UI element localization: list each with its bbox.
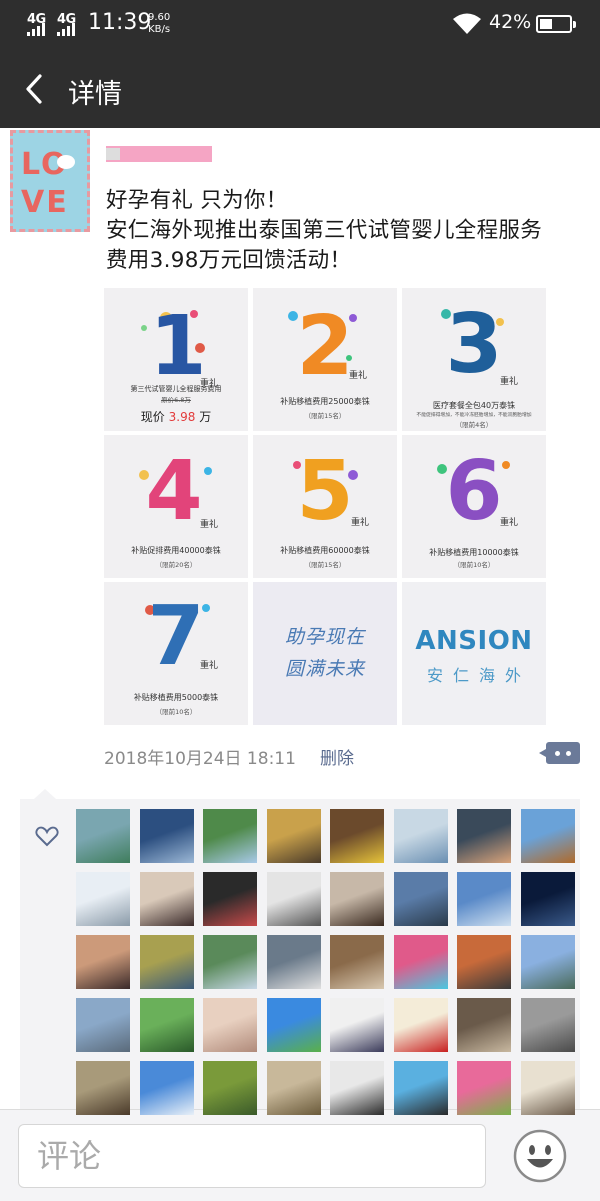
clock-avatar[interactable]	[76, 1061, 130, 1115]
page-title: 详情	[68, 79, 122, 110]
image-tile-3[interactable]: 3 重礼 医疗套餐全包40万泰铢 不能促排得增加，不能冷冻胚胎增加，不能双胞胎增…	[402, 288, 546, 431]
author-name-redacted[interactable]	[106, 146, 212, 162]
man-outdoor-avatar[interactable]	[457, 998, 511, 1052]
wedding-avatar[interactable]	[76, 872, 130, 926]
battery-icon	[536, 15, 576, 33]
grass-avatar[interactable]	[203, 1061, 257, 1115]
mountain-avatar[interactable]	[203, 809, 257, 863]
big-number-2: 2	[296, 299, 353, 394]
post-line-3: 费用3.98万元回馈活动！	[106, 248, 352, 273]
price-line: 现价 3.98 万	[140, 410, 212, 424]
network-speed: 9.60 KB/s	[148, 12, 170, 36]
big-number-7: 7	[147, 589, 204, 684]
city-avatar[interactable]	[520, 935, 575, 989]
image-grid: 1 重礼 第三代试管婴儿全程服务费用 原价6.8万 现价 3.98 万 2 重礼…	[104, 288, 546, 725]
status-bar: 4G 4G 11:39 9.60 KB/s 42%	[0, 0, 600, 50]
anime-umbrella-avatar[interactable]	[393, 872, 448, 926]
chevron-left-icon[interactable]	[16, 70, 52, 108]
brand-logo: ANSION	[415, 626, 533, 656]
bottom-bar	[0, 1109, 600, 1201]
landscape-avatar[interactable]	[76, 809, 130, 863]
network-speed-value: 9.60	[148, 12, 171, 23]
avatar-lettering-bottom: VE	[21, 185, 69, 220]
brand-cn: 安仁海外	[426, 666, 531, 685]
post-text: 好孕有礼 只为你！ 安仁海外现推出泰国第三代试管婴儿全程服务 费用3.98万元回…	[106, 186, 542, 276]
battery-percent: 42%	[489, 11, 532, 33]
field-avatar[interactable]	[139, 935, 194, 989]
ocean-avatar[interactable]	[139, 1061, 194, 1115]
big-number-6: 6	[445, 444, 502, 539]
signal-bars-icon	[27, 22, 47, 36]
sea-avatar[interactable]	[139, 809, 194, 863]
image-tile-6[interactable]: 6 重礼 补贴移植费用10000泰铢 （限前10名）	[402, 435, 546, 578]
image-tile-brand[interactable]: ANSION 安仁海外	[402, 582, 546, 725]
anime-avatar[interactable]	[393, 809, 448, 863]
big-number-4: 4	[145, 444, 202, 539]
man-glasses-avatar[interactable]	[457, 809, 511, 863]
image-tile-4[interactable]: 4 重礼 补贴促排费用40000泰铢 （限前20名）	[104, 435, 248, 578]
image-tile-7[interactable]: 7 重礼 补贴移植费用5000泰铢 （限前10名）	[104, 582, 248, 725]
umbrella-avatar[interactable]	[266, 872, 321, 926]
woman-portrait-avatar[interactable]	[76, 935, 130, 989]
moon-avatar[interactable]	[266, 935, 321, 989]
signal-bars-icon-2	[57, 22, 77, 36]
woman-avatar[interactable]	[139, 872, 194, 926]
lotus-avatar[interactable]	[457, 1061, 511, 1115]
post-line-2: 安仁海外现推出泰国第三代试管婴儿全程服务	[106, 218, 543, 243]
image-tile-1[interactable]: 1 重礼 第三代试管婴儿全程服务费用 原价6.8万 现价 3.98 万	[104, 288, 248, 431]
wu-seal-avatar[interactable]	[393, 998, 448, 1052]
heart-outline-icon	[35, 826, 59, 847]
delete-link[interactable]: 删除	[320, 744, 354, 769]
clock: 11:39	[88, 10, 152, 35]
image-tile-calligraphy[interactable]: 助孕现在 圆满未来	[253, 582, 397, 725]
big-number-5: 5	[296, 444, 353, 539]
post-line-1: 好孕有礼 只为你！	[106, 188, 288, 213]
battery-level	[540, 19, 552, 29]
cartoon-girl-avatar[interactable]	[266, 809, 321, 863]
wifi-icon	[453, 13, 481, 34]
harbor-avatar[interactable]	[76, 998, 130, 1052]
bird-art-avatar[interactable]	[457, 935, 511, 989]
man-hat-avatar[interactable]	[330, 935, 384, 989]
bear-avatar[interactable]	[520, 809, 575, 863]
baby-avatar[interactable]	[203, 998, 257, 1052]
image-tile-2[interactable]: 2 重礼 补贴移植费用25000泰铢 （限前15名）	[253, 288, 397, 431]
big-number-3: 3	[445, 297, 502, 392]
group-avatar[interactable]	[330, 1061, 384, 1115]
meadow-avatar[interactable]	[266, 998, 321, 1052]
comment-more-icon[interactable]	[539, 742, 580, 764]
nav-bar: 详情	[0, 50, 600, 128]
smiley-face-icon[interactable]	[512, 1128, 568, 1184]
sparrow-avatar[interactable]	[266, 1061, 321, 1115]
image-tile-5[interactable]: 5 重礼 补贴移植费用60000泰铢 （限前15名）	[253, 435, 397, 578]
comment-input[interactable]	[18, 1124, 486, 1188]
yellow-figure-avatar[interactable]	[330, 809, 384, 863]
colorful-road-avatar[interactable]	[393, 935, 448, 989]
flowers-avatar[interactable]	[203, 872, 257, 926]
suit-man-avatar[interactable]	[330, 998, 384, 1052]
man-face-avatar[interactable]	[330, 872, 384, 926]
waterfall-avatar[interactable]	[203, 935, 257, 989]
big-number-1: 1	[149, 299, 206, 394]
author-avatar[interactable]: LO VE	[10, 130, 90, 232]
post-time: 2018年10月24日 18:11	[104, 749, 296, 769]
street-avatar[interactable]	[520, 998, 575, 1052]
night-sky-avatar[interactable]	[520, 872, 575, 926]
network-speed-unit: KB/s	[148, 24, 171, 35]
calligraphy-avatar[interactable]	[520, 1061, 575, 1115]
leaf-avatar[interactable]	[139, 998, 194, 1052]
blue-sky-avatar[interactable]	[457, 872, 511, 926]
jump-avatar[interactable]	[393, 1061, 448, 1115]
